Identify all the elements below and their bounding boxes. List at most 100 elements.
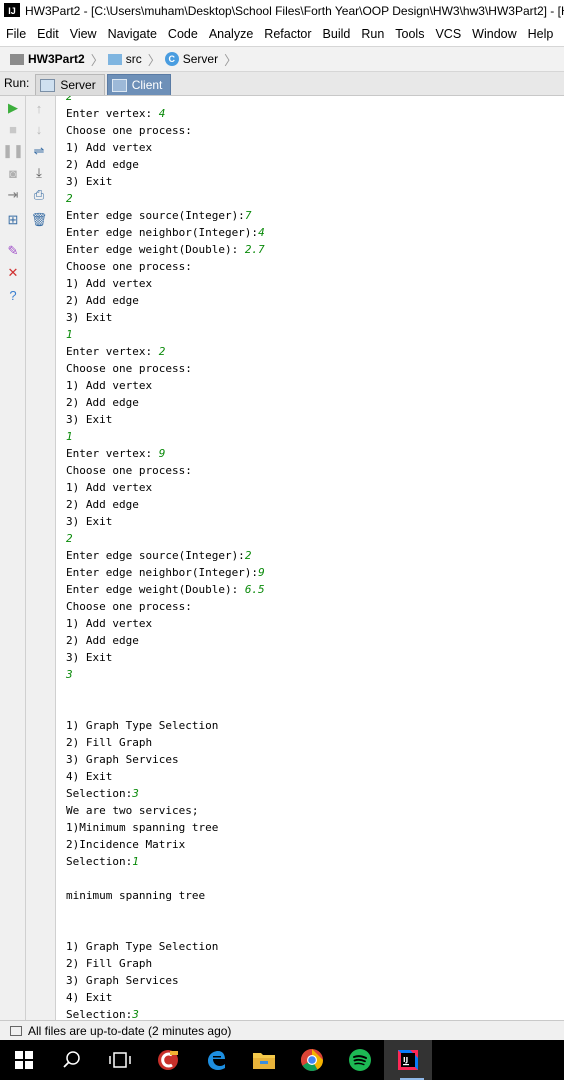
console-user-input: 3 [132,1008,139,1020]
run-tool-bar: Run: Server Client [0,72,564,96]
stop-icon[interactable]: ■ [3,119,23,139]
menu-vcs[interactable]: VCS [429,27,466,41]
print-icon[interactable]: ⎙ [29,185,49,205]
menu-refactor[interactable]: Refactor [258,27,316,41]
breadcrumb-file-label: Server [182,52,219,66]
console-line: Choose one process: [66,600,192,613]
console-line: 1) Add vertex [66,481,153,494]
wrap-icon[interactable]: ⇌ [29,141,49,161]
intellij-button[interactable]: IJ [384,1040,432,1080]
layout-icon[interactable]: ⊞ [3,210,23,230]
console-user-input: 3 [132,787,139,800]
tab-server-label: Server [60,78,96,92]
close-icon[interactable]: ✕ [3,263,23,283]
pause-icon[interactable]: ❚❚ [2,141,24,161]
console-tab-icon [40,78,56,92]
chrome-icon [301,1049,323,1071]
menu-navigate[interactable]: Navigate [102,27,162,41]
console-actions-toolbar: ↑ ↓ ⇌ ⤓ ⎙ 🗑 [26,96,56,1020]
tab-client[interactable]: Client [106,74,172,95]
console-line: minimum spanning tree [66,889,206,902]
spotify-icon [349,1049,371,1071]
console-line: Selection:3 [66,785,265,802]
menu-run[interactable]: Run [355,27,389,41]
console-user-input: 2.7 [244,243,265,256]
tab-client-label: Client [131,78,163,92]
folder-icon [107,53,122,65]
console-line: 3) Exit [66,175,113,188]
console-prompt: Enter vertex: [66,447,159,460]
console-user-input: 2 [66,532,73,545]
console-user-input: 9 [158,447,166,460]
breadcrumb-project[interactable]: HW3Part2 〉 [0,50,104,69]
login-icon[interactable]: ⇥ [3,185,23,205]
console-line: 2) Add edge [66,294,139,307]
console-line: 2) Add edge [66,158,139,171]
file-explorer-icon [253,1053,275,1069]
title-bar: IJ HW3Part2 - [C:\Users\muham\Desktop\Sc… [0,0,564,22]
pin-icon[interactable]: ✎ [3,241,23,261]
console-output[interactable]: 2 Enter vertex: 4 Choose one process: 1) Ad… [56,96,564,1020]
console-line: Choose one process: [66,124,192,137]
camera-icon[interactable]: ◙ [3,163,23,183]
console-line: Enter edge source(Integer):2 [66,547,265,564]
console-line: Enter edge weight(Double): 2.7 [66,241,265,258]
console-prompt: Enter vertex: [66,345,159,358]
console-line: Selection:3 [66,1006,265,1020]
run-actions-toolbar: ▶ ■ ❚❚ ◙ ⇥ ⊞ ✎ ✕? [0,96,26,1020]
console-line: Enter vertex: 2 [66,343,265,360]
menu-help[interactable]: Help [522,27,559,41]
tab-server[interactable]: Server [35,74,105,95]
chrome-button[interactable] [288,1040,336,1080]
down-arrow-icon[interactable]: ↓ [29,119,49,139]
ccleaner-icon [158,1050,178,1070]
console-prompt: Enter edge weight(Double): [66,583,245,596]
trash-icon[interactable]: 🗑 [29,210,49,230]
console-line: 2) Add edge [66,634,139,647]
svg-text:IJ: IJ [403,1056,408,1064]
console-prompt: Enter vertex: [66,107,159,120]
console-user-input: 4 [258,226,265,239]
console-user-input: 2 [158,345,166,358]
breadcrumb-file[interactable]: C Server 〉 [161,50,237,69]
menu-file[interactable]: File [0,27,31,41]
status-text: All files are up-to-date (2 minutes ago) [28,1023,232,1038]
console-user-input: 9 [258,566,265,579]
menu-code[interactable]: Code [162,27,203,41]
rerun-icon[interactable]: ▶ [3,98,23,118]
console-prompt: Selection: [66,855,133,868]
console-line: 2) Fill Graph [66,957,153,970]
console-user-input: 6.5 [244,583,265,596]
console-user-input: 2 [66,96,73,103]
console-line: Enter edge weight(Double): 6.5 [66,581,265,598]
spotify-button[interactable] [336,1040,384,1080]
status-window-icon[interactable] [10,1025,22,1036]
menu-analyze[interactable]: Analyze [203,27,258,41]
ccleaner-button[interactable] [144,1040,192,1080]
menu-view[interactable]: View [64,27,102,41]
breadcrumb-folder[interactable]: src 〉 [104,50,161,69]
console-line: 2) Add edge [66,396,139,409]
edge-button[interactable] [192,1040,240,1080]
help-icon[interactable]: ? [3,285,23,305]
console-line: We are two services; [66,804,199,817]
console-lines: 2 Enter vertex: 4 Choose one process: 1) Ad… [66,96,265,1020]
up-arrow-icon[interactable]: ↑ [29,98,49,118]
console-line: 1) Graph Type Selection [66,940,219,953]
file-explorer-button[interactable] [240,1040,288,1080]
menu-window[interactable]: Window [466,27,521,41]
menu-edit[interactable]: Edit [31,27,64,41]
console-user-input: 1 [66,328,73,341]
console-line: Selection:1 [66,853,265,870]
console-line: 3) Graph Services [66,974,179,987]
chevron-right-icon: 〉 [147,52,161,68]
menu-tools[interactable]: Tools [389,27,429,41]
scroll-end-icon[interactable]: ⤓ [29,163,49,183]
task-view-button[interactable] [96,1040,144,1080]
menu-build[interactable]: Build [317,27,356,41]
run-label: Run: [4,76,30,90]
start-button[interactable] [0,1040,48,1080]
console-line: 4) Exit [66,770,113,783]
search-button[interactable] [48,1040,96,1080]
